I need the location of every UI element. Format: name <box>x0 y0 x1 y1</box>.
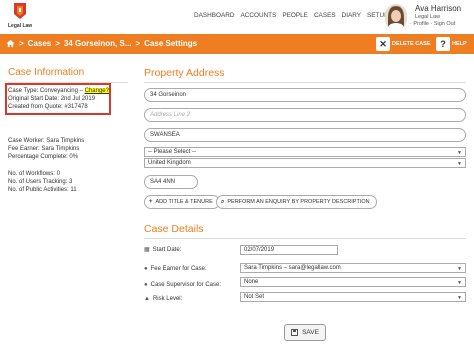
country-value: United Kingdom <box>148 160 191 166</box>
start-date-label-text: Start Date: <box>152 246 182 253</box>
case-type-line: Case Type: Conveyancing – Change? <box>8 88 109 94</box>
supervisor-select[interactable]: None ▼ <box>240 277 466 287</box>
app-logo[interactable]: Legal Law <box>8 2 34 32</box>
case-details-title: Case Details <box>144 223 204 235</box>
user-links[interactable]: · Profile · Sign Out <box>410 21 455 27</box>
fee-earner-value: Sara Timpkins – sara@legallaw.com <box>244 265 341 271</box>
chevron-down-icon: ▼ <box>457 295 462 301</box>
user-icon: ● <box>144 266 148 272</box>
case-type-dash: – <box>79 88 83 94</box>
help-button[interactable]: HELP <box>452 41 467 47</box>
breadcrumb-current: Case Settings <box>144 39 198 48</box>
add-title-tenure-label: ADD TITLE & TENURE <box>155 199 213 205</box>
risk-level-select[interactable]: Not Set ▼ <box>240 292 466 302</box>
nav-accounts[interactable]: ACCOUNTS <box>240 12 276 19</box>
fee-earner: Fee Earner: Sara Timpkins <box>8 146 80 152</box>
warning-icon: ▲ <box>144 296 150 302</box>
county-select[interactable]: -- Please Select -- ▼ <box>144 147 466 157</box>
nav-cases[interactable]: CASES <box>314 12 336 19</box>
case-type-text: Case Type: Conveyancing <box>8 88 78 94</box>
delete-case-button[interactable]: DELETE CASE <box>392 41 431 47</box>
start-date-label: ▦ Start Date: <box>144 246 182 254</box>
avatar[interactable] <box>385 4 407 30</box>
fee-earner-label: ● Fee Earner for Case: <box>144 266 207 272</box>
case-info-title: Case Information <box>8 67 85 78</box>
save-button[interactable]: SAVE <box>284 324 326 341</box>
public-activities-count: No. of Public Activities: 11 <box>8 187 77 193</box>
country-select[interactable]: United Kingdom ▼ <box>144 158 466 168</box>
supervisor-label-text: Case Supervisor for Case: <box>150 282 221 288</box>
main-nav: DASHBOARD ACCOUNTS PEOPLE CASES DIARY SE… <box>194 12 388 19</box>
workflows-count: No. of Workflows: 0 <box>8 171 60 177</box>
page-toolbar: > Cases > 34 Gorseinon, S... > Case Sett… <box>0 34 474 54</box>
chevron-down-icon: ▼ <box>457 150 462 156</box>
divider <box>144 238 466 239</box>
postcode-input[interactable]: SA4 4NN <box>144 175 198 189</box>
county-value: -- Please Select -- <box>148 149 197 155</box>
breadcrumb-case[interactable]: 34 Gorseinon, S... <box>64 39 132 48</box>
chevron-down-icon: ▼ <box>457 266 462 272</box>
breadcrumb-separator: > <box>19 39 24 48</box>
risk-level-label: ▲ Risk Level: <box>144 296 182 302</box>
breadcrumb-cases[interactable]: Cases <box>28 39 52 48</box>
divider <box>144 82 466 83</box>
user-name[interactable]: Ava Harrison <box>415 4 461 13</box>
address-line2-input[interactable]: Address Line 2 <box>144 108 466 122</box>
logo-mark-icon <box>14 3 26 19</box>
home-icon[interactable] <box>6 39 15 48</box>
save-icon <box>291 329 299 336</box>
nav-diary[interactable]: DIARY <box>342 12 361 19</box>
fee-earner-label-text: Fee Earner for Case: <box>150 266 207 272</box>
case-worker: Case Worker: Sara Timpkins <box>8 138 85 144</box>
breadcrumb-separator: > <box>55 39 60 48</box>
avatar-photo <box>385 4 407 30</box>
fee-earner-select[interactable]: Sara Timpkins – sara@legallaw.com ▼ <box>240 263 466 273</box>
risk-level-value: Not Set <box>244 294 265 300</box>
user-icon: ● <box>144 282 148 288</box>
plus-icon: + <box>149 199 153 205</box>
calendar-icon: ▦ <box>144 247 150 253</box>
search-icon: ⌕ <box>221 199 225 205</box>
chevron-down-icon: ▼ <box>457 280 462 286</box>
supervisor-label: ● Case Supervisor for Case: <box>144 282 221 288</box>
town-input[interactable]: SWANSEA <box>144 128 466 142</box>
users-tracking-count: No. of Users Tracking: 3 <box>8 179 73 185</box>
top-bar: Legal Law DASHBOARD ACCOUNTS PEOPLE CASE… <box>0 0 474 34</box>
percentage-complete: Percentage Complete: 0% <box>8 154 79 160</box>
add-title-tenure-button[interactable]: + ADD TITLE & TENURE <box>144 195 220 209</box>
breadcrumb: > Cases > 34 Gorseinon, S... > Case Sett… <box>6 39 197 48</box>
risk-level-label-text: Risk Level: <box>152 296 183 302</box>
original-start-date: Original Start Date: 2nd Jul 2019 <box>8 96 96 102</box>
address-line1-input[interactable]: 34 Gorseinon <box>144 88 466 102</box>
enquiry-button[interactable]: ⌕ PERFORM AN ENQUIRY BY PROPERTY DESCRIP… <box>216 195 377 209</box>
delete-icon[interactable] <box>376 37 390 51</box>
enquiry-label: PERFORM AN ENQUIRY BY PROPERTY DESCRIPTI… <box>227 199 370 205</box>
user-org: Legal Law <box>415 14 441 20</box>
nav-people[interactable]: PEOPLE <box>282 12 308 19</box>
created-from-quote: Created from Quote: #317478 <box>8 104 88 110</box>
supervisor-value: None <box>244 279 259 285</box>
save-label: SAVE <box>302 329 319 336</box>
help-icon[interactable]: ? <box>436 37 450 51</box>
nav-dashboard[interactable]: DASHBOARD <box>194 12 234 19</box>
chevron-down-icon: ▼ <box>457 161 462 167</box>
property-address-title: Property Address <box>144 67 225 79</box>
logo-text: Legal Law <box>8 23 33 29</box>
breadcrumb-separator: > <box>135 39 141 48</box>
start-date-input[interactable]: 02/07/2019 <box>240 245 338 255</box>
change-case-type-link[interactable]: Change? <box>84 88 109 94</box>
